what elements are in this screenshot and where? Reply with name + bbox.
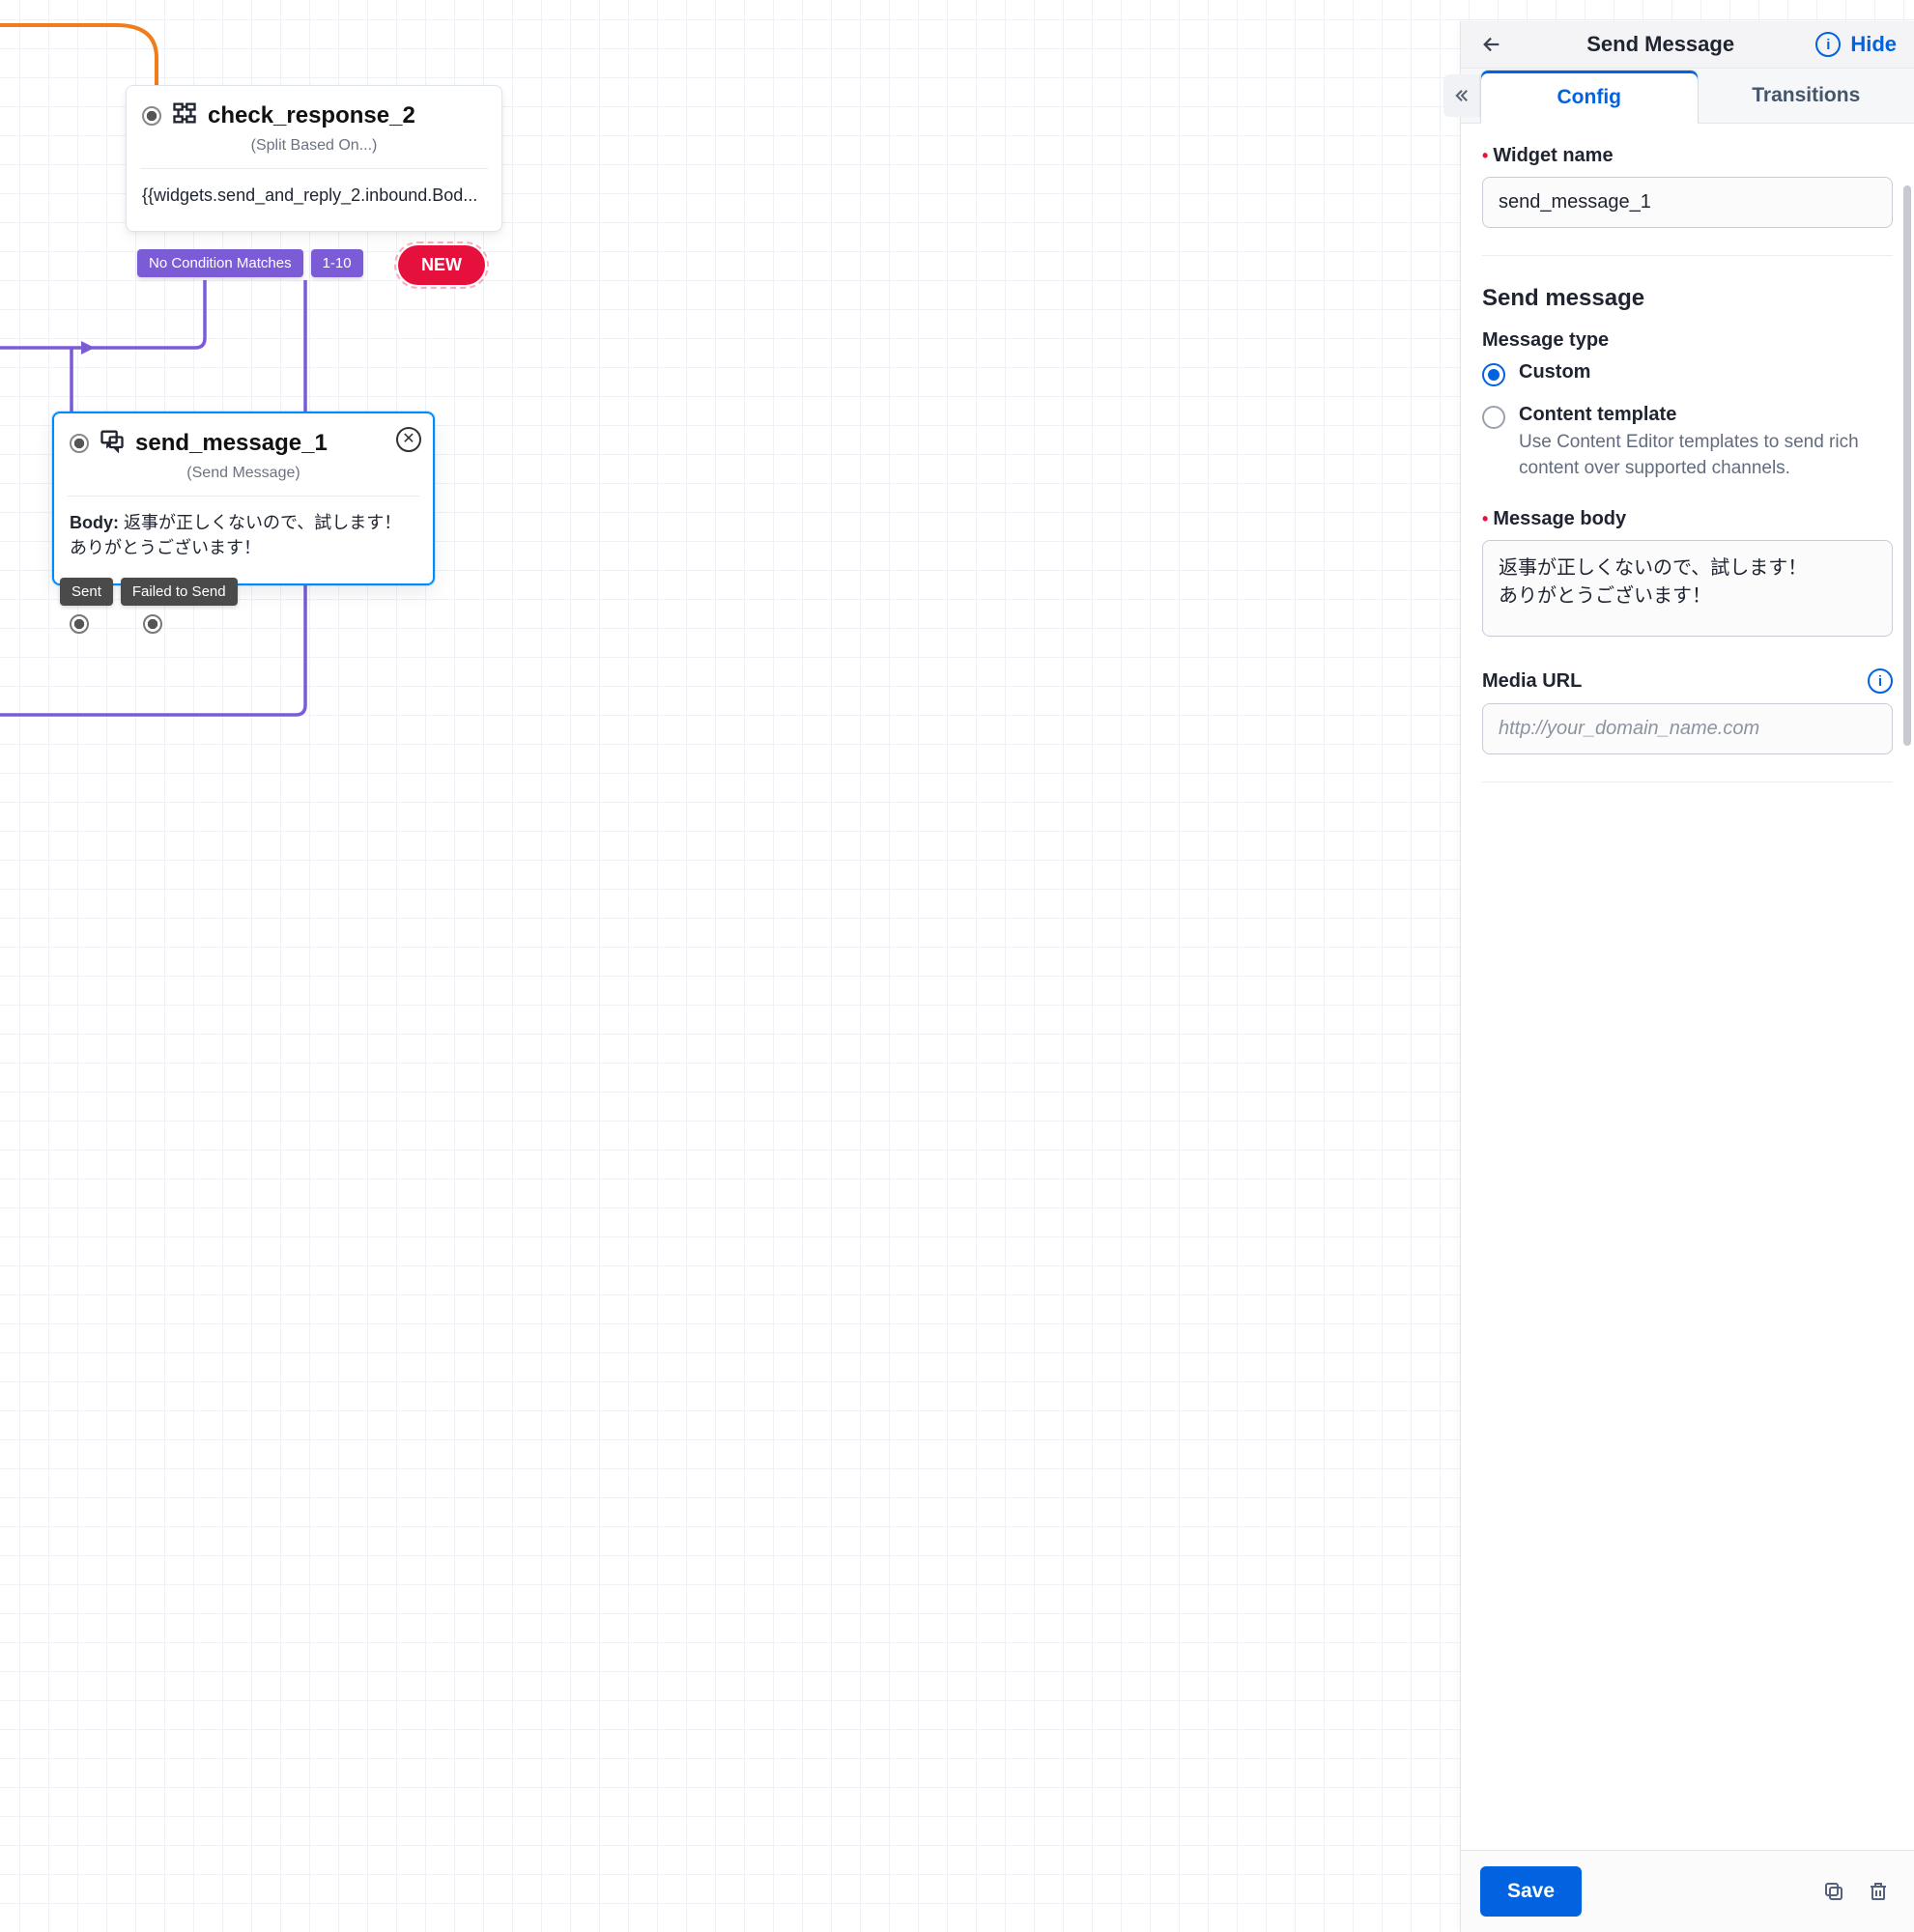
media-url-input[interactable] [1482, 703, 1893, 754]
duplicate-button[interactable] [1817, 1875, 1850, 1908]
body-label: Body: [70, 513, 119, 532]
widget-title: send_message_1 [135, 430, 417, 457]
message-type-label: Message type [1482, 329, 1893, 352]
info-icon[interactable] [1815, 32, 1841, 57]
widget-body: Body: 返事が正しくないので、試します！ありがとうございます！ [54, 497, 433, 583]
widget-name-label: Widget name [1482, 145, 1893, 167]
split-transition-chips: No Condition Matches 1-10 [137, 249, 363, 277]
chip-failed-to-send[interactable]: Failed to Send [121, 578, 238, 606]
save-button[interactable]: Save [1480, 1866, 1582, 1917]
radio-template-label: Content template [1519, 404, 1893, 426]
radio-template-desc: Use Content Editor templates to send ric… [1519, 430, 1893, 481]
widget-send-message[interactable]: send_message_1 (Send Message) Body: 返事が正… [52, 412, 435, 585]
widget-body: {{widgets.send_and_reply_2.inbound.Bod..… [127, 169, 501, 231]
body-value: 返事が正しくないので、試します！ありがとうございます！ [70, 513, 401, 557]
widget-subtitle: (Send Message) [54, 459, 433, 496]
radio-icon [1482, 406, 1505, 429]
widget-name-input[interactable] [1482, 177, 1893, 228]
connector-in[interactable] [70, 434, 89, 453]
message-body-label: Message body [1482, 508, 1893, 530]
media-url-label: Media URL [1482, 670, 1582, 693]
inspector-panel: Send Message Hide Config Transitions Wid… [1460, 21, 1914, 1932]
panel-title: Send Message [1515, 32, 1806, 57]
message-icon [99, 427, 126, 459]
chip-no-condition-matches[interactable]: No Condition Matches [137, 249, 303, 277]
connector-in[interactable] [142, 106, 161, 126]
radio-content-template[interactable]: Content template Use Content Editor temp… [1482, 404, 1893, 481]
tab-config[interactable]: Config [1480, 70, 1699, 124]
radio-custom[interactable]: Custom [1482, 361, 1893, 386]
info-icon[interactable] [1868, 668, 1893, 694]
panel-tab-row: Config Transitions [1461, 69, 1914, 124]
panel-top-bar: Send Message Hide [1461, 21, 1914, 69]
widget-split[interactable]: check_response_2 (Split Based On...) {{w… [126, 85, 502, 232]
widget-title: check_response_2 [208, 102, 486, 129]
send-transition-chips: Sent Failed to Send [60, 578, 238, 606]
new-transition-pill[interactable]: NEW [398, 245, 485, 285]
scrollbar[interactable] [1903, 185, 1911, 746]
close-icon[interactable] [396, 427, 421, 452]
section-title: Send message [1482, 285, 1893, 312]
panel-body[interactable]: Widget name Send message Message type Cu… [1461, 124, 1914, 1850]
connector-out-failed[interactable] [143, 614, 162, 634]
widget-subtitle: (Split Based On...) [127, 131, 501, 168]
split-icon [171, 99, 198, 131]
hide-button[interactable]: Hide [1850, 32, 1897, 57]
chip-1-10[interactable]: 1-10 [311, 249, 363, 277]
chip-sent[interactable]: Sent [60, 578, 113, 606]
tab-transitions[interactable]: Transitions [1699, 69, 1914, 123]
back-button[interactable] [1478, 31, 1505, 58]
collapse-panel-button[interactable] [1443, 74, 1480, 117]
connector-out-sent[interactable] [70, 614, 89, 634]
radio-icon [1482, 363, 1505, 386]
radio-custom-label: Custom [1519, 361, 1590, 384]
delete-button[interactable] [1862, 1875, 1895, 1908]
panel-footer: Save [1461, 1850, 1914, 1932]
message-body-input[interactable] [1482, 540, 1893, 637]
